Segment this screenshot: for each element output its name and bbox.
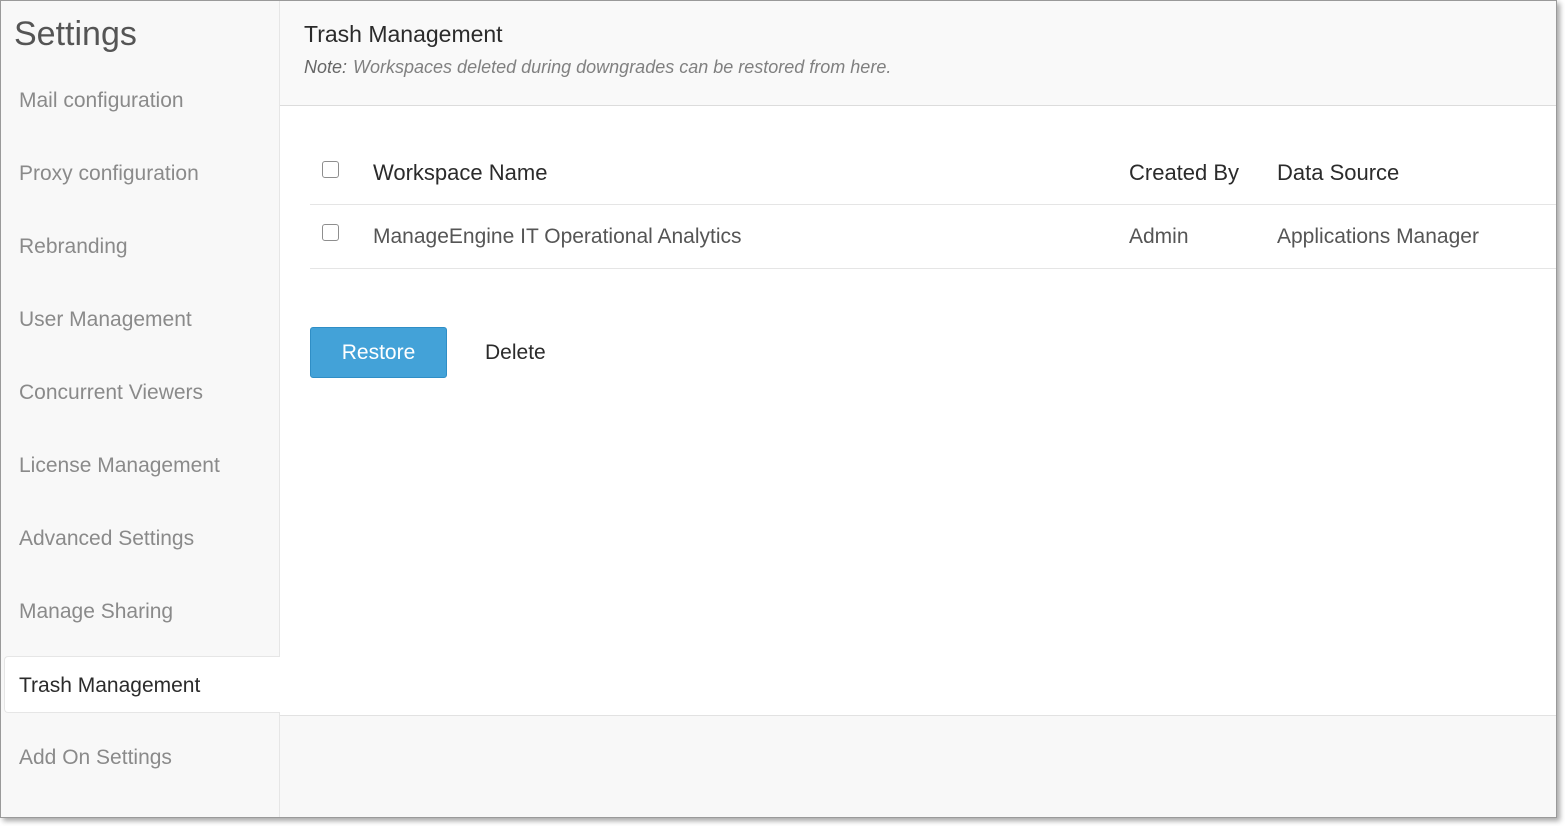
sidebar-item-manage-sharing[interactable]: Manage Sharing xyxy=(4,583,280,640)
sidebar-title: Settings xyxy=(14,15,137,53)
delete-button[interactable]: Delete xyxy=(465,327,566,378)
app-window: Settings Mail configuration Proxy config… xyxy=(0,0,1557,818)
sidebar-item-add-on-settings[interactable]: Add On Settings xyxy=(4,729,280,786)
sidebar-item-proxy-configuration[interactable]: Proxy configuration xyxy=(4,145,280,202)
select-all-checkbox[interactable] xyxy=(322,160,339,178)
data-source-cell: Applications Manager xyxy=(1277,225,1479,248)
note-message: Workspaces deleted during downgrades can… xyxy=(353,57,892,77)
sidebar-item-license-management[interactable]: License Management xyxy=(4,437,280,494)
panel-header: Trash Management Note: Workspaces deleted… xyxy=(280,1,1556,106)
settings-nav: Mail configuration Proxy configuration R… xyxy=(4,72,280,802)
trash-management-panel: Trash Management Note: Workspaces deleted… xyxy=(280,1,1556,716)
created-by-cell: Admin xyxy=(1129,225,1189,248)
sidebar-item-rebranding[interactable]: Rebranding xyxy=(4,218,280,275)
column-header-created-by[interactable]: Created By xyxy=(1129,141,1239,204)
note-text: Note: Workspaces deleted during downgrade… xyxy=(304,57,891,78)
table-row[interactable]: ManageEngine IT Operational Analytics Ad… xyxy=(310,205,1556,269)
settings-sidebar: Settings Mail configuration Proxy config… xyxy=(1,1,280,817)
row-checkbox[interactable] xyxy=(322,223,339,241)
table-header-row: Workspace Name Created By Data Source xyxy=(310,141,1556,205)
sidebar-item-user-management[interactable]: User Management xyxy=(4,291,280,348)
row-select-cell xyxy=(322,205,339,268)
sidebar-item-advanced-settings[interactable]: Advanced Settings xyxy=(4,510,280,567)
page-title: Trash Management xyxy=(304,21,503,47)
note-label: Note: xyxy=(304,57,348,77)
sidebar-item-concurrent-viewers[interactable]: Concurrent Viewers xyxy=(4,364,280,421)
column-header-data-source[interactable]: Data Source xyxy=(1277,141,1399,204)
trash-table: Workspace Name Created By Data Source Ma… xyxy=(310,141,1556,269)
workspace-name-cell: ManageEngine IT Operational Analytics xyxy=(373,225,742,248)
restore-button[interactable]: Restore xyxy=(310,327,447,378)
sidebar-item-trash-management[interactable]: Trash Management xyxy=(4,656,280,713)
select-all-cell xyxy=(322,141,339,204)
column-header-workspace-name[interactable]: Workspace Name xyxy=(373,141,547,204)
sidebar-item-mail-configuration[interactable]: Mail configuration xyxy=(4,72,280,129)
